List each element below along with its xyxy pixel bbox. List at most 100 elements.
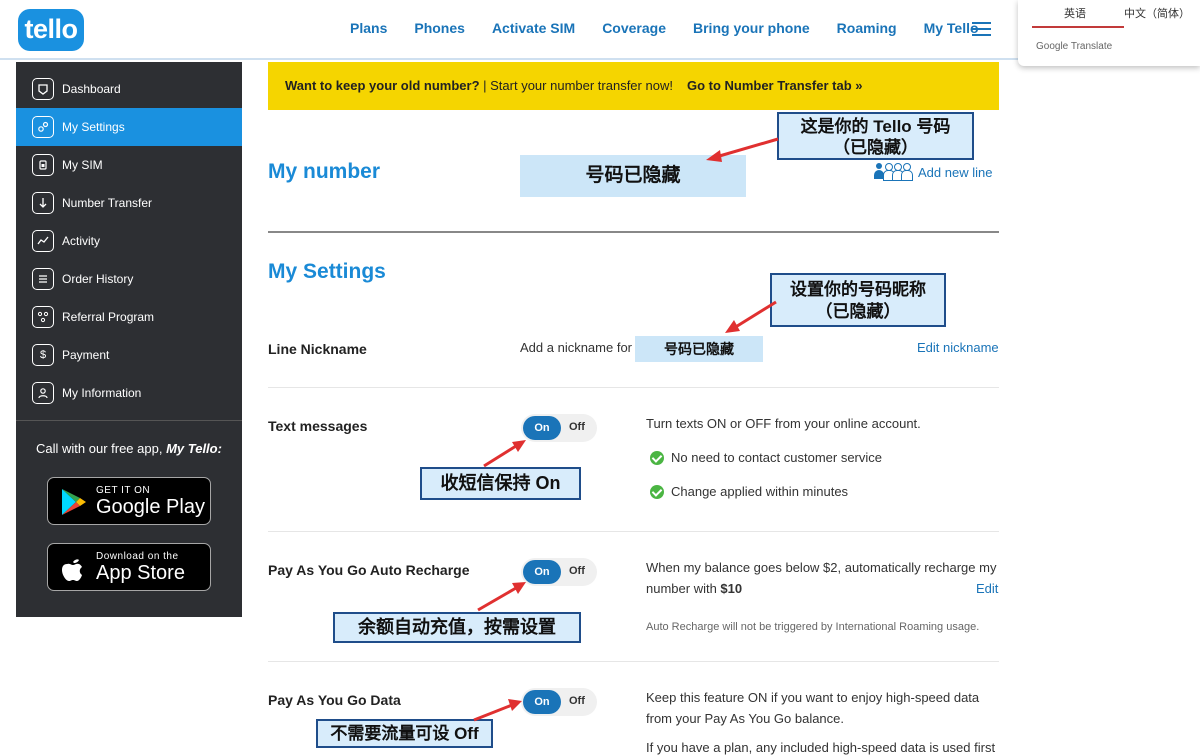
sidebar-item-dashboard[interactable]: Dashboard — [16, 70, 242, 108]
callout-my-number: 这是你的 Tello 号码 （已隐藏） — [777, 112, 974, 160]
go-to-number-transfer-link[interactable]: Go to Number Transfer tab » — [687, 78, 863, 93]
banner-text: Start your number transfer now! — [490, 78, 673, 93]
transfer-icon — [32, 192, 54, 214]
check-icon — [650, 485, 664, 499]
pay-as-you-go-data-toggle[interactable]: On Off — [521, 688, 597, 716]
sidebar-item-referral-program[interactable]: Referral Program — [16, 298, 242, 336]
tello-logo[interactable]: tello — [18, 9, 84, 51]
hidden-nickname-number: 号码已隐藏 — [635, 336, 763, 362]
sidebar-item-order-history[interactable]: Order History — [16, 260, 242, 298]
line-nickname-label: Line Nickname — [268, 341, 367, 357]
google-play-button[interactable]: GET IT ON Google Play — [47, 477, 211, 525]
sidebar-item-activity[interactable]: Activity — [16, 222, 242, 260]
add-new-line-label: Add new line — [918, 164, 993, 180]
toggle-off[interactable]: Off — [569, 695, 585, 707]
sidebar-item-payment[interactable]: $ Payment — [16, 336, 242, 374]
auto-recharge-label: Pay As You Go Auto Recharge — [268, 562, 470, 578]
sidebar-item-label: Referral Program — [62, 310, 155, 324]
nav-plans[interactable]: Plans — [350, 20, 387, 36]
app-store-button[interactable]: Download on the App Store — [47, 543, 211, 591]
text-messages-desc: Turn texts ON or OFF from your online ac… — [646, 416, 921, 431]
call-app-text: Call with our free app, My Tello: — [36, 441, 222, 456]
nav-bring-your-phone[interactable]: Bring your phone — [693, 20, 810, 36]
nav-my-tello[interactable]: My Tello — [924, 20, 979, 36]
red-arrow-icon — [477, 582, 526, 612]
google-play-big: Google Play — [96, 496, 205, 518]
auto-recharge-desc-line2: number with $10 — [646, 581, 742, 596]
row-divider — [268, 531, 999, 532]
row-divider — [268, 387, 999, 388]
number-transfer-banner: Want to keep your old number? | Start yo… — [268, 62, 999, 110]
auto-recharge-desc-line1: When my balance goes below $2, automatic… — [646, 560, 997, 575]
call-text-prefix: Call with our free app, — [36, 441, 167, 456]
sidebar-item-my-information[interactable]: My Information — [16, 374, 242, 412]
add-new-line-button[interactable]: Add new line — [874, 163, 992, 181]
nav-coverage[interactable]: Coverage — [602, 20, 666, 36]
app-store-small: Download on the — [96, 551, 179, 562]
sidebar-item-label: Activity — [62, 234, 101, 248]
apple-icon — [62, 559, 82, 581]
toggle-on[interactable]: On — [523, 690, 561, 714]
banner-question: Want to keep your old number? — [285, 78, 480, 93]
recharge-amount: $10 — [720, 581, 743, 596]
referral-icon — [32, 306, 54, 328]
toggle-off[interactable]: Off — [569, 421, 585, 433]
people-icon — [874, 163, 913, 181]
callout-text-messages: 收短信保持 On — [420, 467, 581, 500]
callout-data: 不需要流量可设 Off — [316, 719, 493, 748]
red-arrow-icon — [473, 699, 522, 722]
sidebar-item-label: My Information — [62, 386, 142, 400]
dashboard-icon — [32, 78, 54, 100]
callout-nickname: 设置你的号码昵称 （已隐藏） — [770, 273, 946, 327]
text-messages-check1: No need to contact customer service — [671, 450, 882, 465]
desc-prefix: number with — [646, 581, 721, 596]
settings-icon — [32, 116, 54, 138]
text-messages-check2: Change applied within minutes — [671, 484, 849, 499]
red-arrow-icon — [706, 137, 779, 162]
dollar-icon: $ — [32, 344, 54, 366]
google-play-icon — [62, 489, 86, 515]
translate-tab-chinese[interactable]: 中文（简体） — [1124, 5, 1190, 21]
translate-tab-english[interactable]: 英语 — [1032, 5, 1124, 28]
nav-phones[interactable]: Phones — [414, 20, 465, 36]
nav-roaming[interactable]: Roaming — [837, 20, 897, 36]
auto-recharge-note: Auto Recharge will not be triggered by I… — [646, 621, 980, 633]
edit-auto-recharge-link[interactable]: Edit — [976, 581, 998, 596]
check-icon — [650, 451, 664, 465]
sidebar-item-my-settings[interactable]: My Settings — [16, 108, 242, 146]
main-nav: Plans Phones Activate SIM Coverage Bring… — [350, 20, 1006, 36]
callout-line: 这是你的 Tello 号码 — [800, 117, 951, 136]
call-text-suffix: : — [217, 441, 222, 456]
data-desc-line3: If you have a plan, any included high-sp… — [646, 740, 996, 755]
my-settings-title: My Settings — [268, 260, 386, 283]
order-history-icon — [32, 268, 54, 290]
translate-popup: 英语 中文（简体） Google Translate — [1018, 0, 1200, 66]
nav-activate-sim[interactable]: Activate SIM — [492, 20, 575, 36]
google-play-small: GET IT ON — [96, 485, 151, 496]
sidebar: Dashboard My Settings My SIM Number Tran… — [16, 62, 242, 617]
callout-line: （已隐藏） — [833, 138, 918, 157]
section-divider — [268, 231, 999, 233]
edit-nickname-link[interactable]: Edit nickname — [917, 340, 999, 355]
red-arrow-icon — [483, 440, 526, 468]
hamburger-menu-icon[interactable] — [972, 22, 991, 36]
sidebar-item-number-transfer[interactable]: Number Transfer — [16, 184, 242, 222]
text-messages-toggle[interactable]: On Off — [521, 414, 597, 442]
sidebar-item-my-sim[interactable]: My SIM — [16, 146, 242, 184]
app-store-big: App Store — [96, 562, 185, 584]
auto-recharge-toggle[interactable]: On Off — [521, 558, 597, 586]
pay-as-you-go-data-label: Pay As You Go Data — [268, 692, 401, 708]
nickname-prefix: Add a nickname for — [520, 340, 633, 355]
toggle-off[interactable]: Off — [569, 565, 585, 577]
data-desc-line2: from your Pay As You Go balance. — [646, 711, 845, 726]
banner-separator: | — [479, 78, 491, 93]
sidebar-item-label: Dashboard — [62, 82, 121, 96]
red-arrow-icon — [725, 300, 777, 333]
my-number-title: My number — [268, 160, 381, 183]
sidebar-item-label: My SIM — [62, 158, 103, 172]
activity-icon — [32, 230, 54, 252]
callout-line: （已隐藏） — [815, 302, 901, 321]
data-desc-line1: Keep this feature ON if you want to enjo… — [646, 690, 980, 705]
sidebar-item-label: Number Transfer — [62, 196, 153, 210]
sim-icon — [32, 154, 54, 176]
